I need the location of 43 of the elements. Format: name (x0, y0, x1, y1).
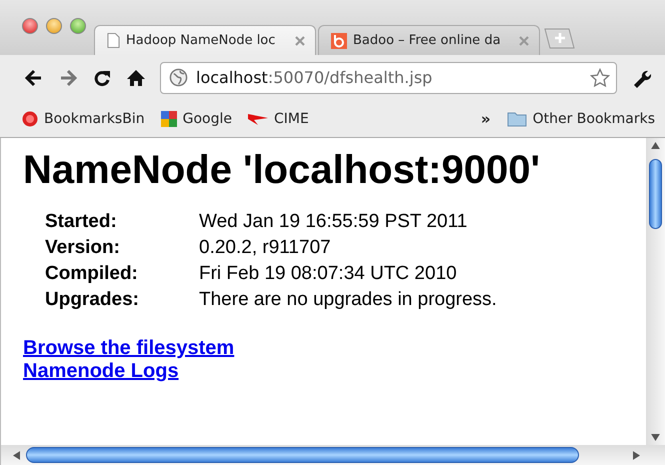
more-bookmarks-button[interactable]: » (480, 110, 491, 128)
document-icon (107, 33, 120, 48)
scroll-up-icon[interactable] (651, 142, 660, 149)
info-label: Version: (45, 237, 121, 259)
page-link[interactable]: Namenode Logs (23, 360, 179, 383)
scroll-left-icon[interactable] (13, 450, 20, 460)
bookmark-item[interactable]: BookmarksBin (22, 110, 145, 126)
bookmark-folder[interactable]: Other Bookmarks (506, 110, 655, 126)
scroll-right-icon[interactable] (633, 450, 640, 460)
google-icon (160, 110, 177, 126)
info-value: 0.20.2, r911707 (199, 237, 332, 259)
info-value: There are no upgrades in progress. (199, 289, 498, 311)
info-value: Fri Feb 19 08:07:34 UTC 2010 (199, 263, 458, 285)
scroll-thumb[interactable] (26, 447, 579, 463)
info-label: Compiled: (45, 263, 139, 285)
info-label: Started: (45, 211, 118, 233)
page-link[interactable]: Browse the filesystem (23, 337, 234, 360)
browser-tab[interactable]: Hadoop NameNode loc (94, 25, 316, 55)
flag-icon (248, 112, 268, 126)
forward-icon[interactable] (58, 68, 78, 88)
bookmark-item[interactable]: Google (160, 110, 232, 126)
scroll-down-icon[interactable] (651, 434, 660, 441)
bookmark-item[interactable]: CIME (248, 110, 309, 126)
address-field[interactable]: localhost:50070/dfshealth.jsp (160, 62, 617, 94)
browser-tab[interactable]: Badoo – Free online da (318, 25, 540, 55)
home-icon[interactable] (126, 68, 146, 88)
page-heading: NameNode 'localhost:9000' (23, 148, 541, 193)
scroll-thumb[interactable] (649, 159, 662, 229)
info-value: Wed Jan 19 16:55:59 PST 2011 (199, 211, 468, 233)
minimize-window-button[interactable] (46, 18, 62, 34)
star-icon[interactable] (590, 68, 610, 88)
circle-logo-icon (22, 110, 38, 126)
zoom-window-button[interactable] (70, 18, 86, 34)
info-label: Upgrades: (45, 289, 140, 311)
back-icon[interactable] (24, 68, 44, 88)
globe-icon (169, 68, 188, 87)
close-icon[interactable] (295, 36, 305, 46)
close-window-button[interactable] (22, 18, 38, 34)
folder-icon (506, 110, 527, 126)
badoo-logo-icon (331, 32, 347, 48)
vertical-scrollbar[interactable] (646, 138, 665, 445)
horizontal-scrollbar[interactable] (0, 445, 665, 465)
new-tab-button[interactable] (542, 27, 576, 49)
